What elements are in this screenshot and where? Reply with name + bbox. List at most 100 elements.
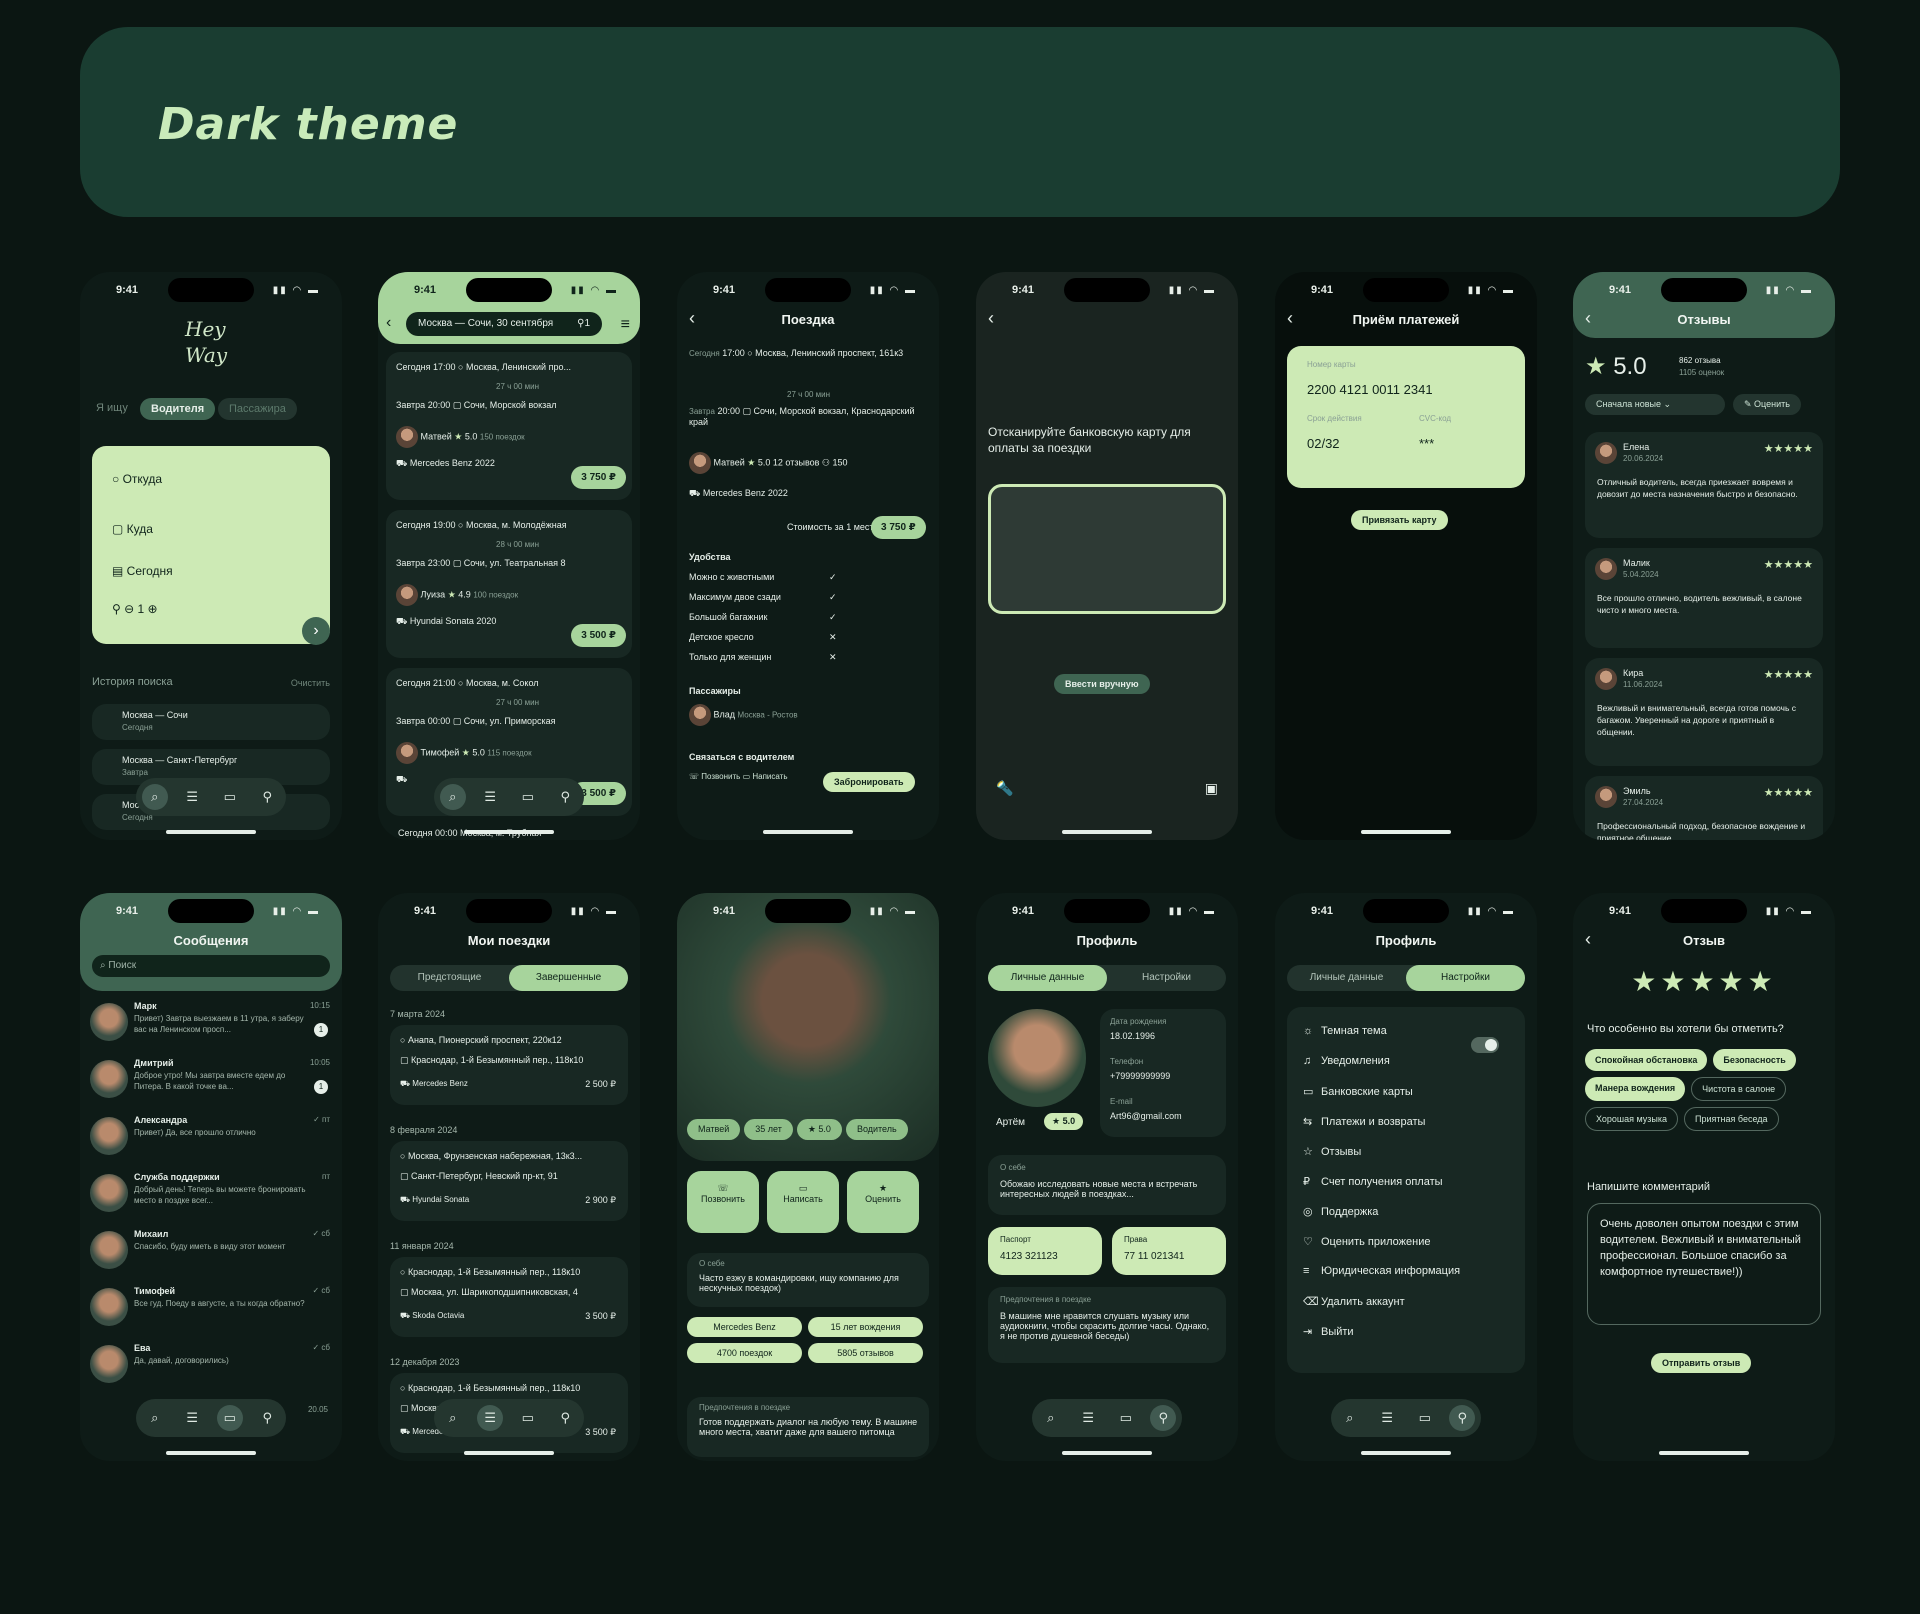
back-icon[interactable]: ‹ (988, 308, 994, 329)
settings-item[interactable]: ▭ Банковские карты (1303, 1085, 1413, 1098)
passenger-stepper[interactable]: ⚲ ⊖ 1 ⊕ (112, 602, 158, 616)
search-icon[interactable]: ⌕ (439, 784, 466, 810)
list-icon[interactable]: ☰ (477, 784, 503, 810)
profile-icon[interactable]: ⚲ (1150, 1405, 1177, 1431)
write-button[interactable]: ▭ Написать (767, 1171, 839, 1233)
chat-icon[interactable]: ▭ (216, 1405, 243, 1431)
feature-tag[interactable]: Чистота в салоне (1691, 1077, 1787, 1101)
tab-personal[interactable]: Личные данные (1287, 965, 1406, 991)
list-icon[interactable]: ☰ (179, 784, 205, 810)
chat-item[interactable]: Александра ✓ пт Привет) Да, все прошло о… (88, 1111, 334, 1161)
feature-tag[interactable]: Хорошая музыка (1585, 1107, 1679, 1131)
back-icon[interactable]: ‹ (386, 314, 391, 332)
search-input[interactable]: ⌕ Поиск (92, 955, 330, 977)
tab-completed[interactable]: Завершенные (509, 965, 628, 991)
list-icon[interactable]: ☰ (179, 1405, 205, 1431)
unread-badge: 1 (314, 1080, 328, 1094)
avatar (1595, 786, 1617, 808)
trip-card[interactable]: ○ Анапа, Пионерский проспект, 220к12 ▢ К… (390, 1025, 628, 1105)
to-field[interactable]: ▢ Куда (112, 522, 153, 536)
cvc-input[interactable]: *** (1419, 436, 1434, 451)
list-icon[interactable]: ☰ (477, 1405, 504, 1431)
chat-icon[interactable]: ▭ (515, 1405, 541, 1431)
screen-reviews: 9:41 ▮▮ ◠ ▬ ‹ Отзывы ★ 5.0 862 отзыва 110… (1573, 272, 1835, 840)
sort-select[interactable]: Сначала новые ⌄ (1585, 394, 1725, 415)
book-button[interactable]: Забронировать (823, 772, 915, 792)
settings-item[interactable]: ♡ Оценить приложение (1303, 1235, 1430, 1248)
avatar[interactable] (988, 1009, 1086, 1107)
chat-item[interactable]: Служба поддержки пт Добрый день! Теперь … (88, 1168, 334, 1218)
chat-item[interactable]: Марк 10:15 Привет) Завтра выезжаем в 11 … (88, 997, 334, 1047)
flashlight-icon[interactable]: 🔦 (996, 780, 1013, 797)
settings-item[interactable]: ♫ Уведомления (1303, 1055, 1390, 1067)
rating-stars[interactable]: ★★★★★ (1573, 965, 1835, 998)
chat-item[interactable]: Ева ✓ сб Да, давай, договорились) (88, 1339, 334, 1389)
chat-icon[interactable]: ▭ (1412, 1405, 1438, 1431)
call-button[interactable]: ☏ Позвонить (689, 772, 740, 781)
manual-entry-button[interactable]: Ввести вручную (1054, 674, 1150, 694)
rate-button[interactable]: ★ Оценить (847, 1171, 919, 1233)
chat-item[interactable]: Тимофей ✓ сб Все гуд. Поеду в августе, а… (88, 1282, 334, 1332)
amenity-row: Максимум двое сзади ✓ (689, 592, 837, 602)
clear-button[interactable]: Очистить (291, 678, 330, 688)
tab-settings[interactable]: Настройки (1107, 965, 1226, 991)
card-form: Номер карты 2200 4121 0011 2341 Срок дей… (1287, 346, 1525, 488)
feature-tag[interactable]: Приятная беседа (1684, 1107, 1779, 1131)
settings-item[interactable]: ⇥ Выйти (1303, 1325, 1354, 1338)
chat-item[interactable]: Дмитрий 10:05 Доброе утро! Мы завтра вме… (88, 1054, 334, 1104)
route-bar[interactable]: Москва — Сочи, 30 сентября ⚲1 (406, 312, 602, 336)
chat-icon[interactable]: ▭ (515, 784, 541, 810)
trip-card[interactable]: ○ Краснодар, 1-й Безымянный пер., 118к10… (390, 1257, 628, 1337)
tab-passenger[interactable]: Пассажира (218, 398, 297, 420)
profile-icon[interactable]: ⚲ (1449, 1405, 1476, 1431)
date-field[interactable]: ▤ Сегодня (112, 564, 173, 578)
profile-icon[interactable]: ⚲ (254, 784, 280, 810)
search-icon[interactable]: ⌕ (1038, 1405, 1064, 1431)
feature-tag[interactable]: Манера вождения (1585, 1077, 1686, 1101)
tab-personal[interactable]: Личные данные (988, 965, 1107, 991)
tab-upcoming[interactable]: Предстоящие (390, 965, 509, 991)
profile-icon[interactable]: ⚲ (552, 784, 578, 810)
profile-icon[interactable]: ⚲ (254, 1405, 280, 1431)
settings-item[interactable]: ☼ Темная тема (1303, 1025, 1387, 1037)
settings-item[interactable]: ⌫ Удалить аккаунт (1303, 1295, 1405, 1308)
list-icon[interactable]: ☰ (1374, 1405, 1400, 1431)
comment-textarea[interactable]: Очень доволен опытом поездки с этим води… (1587, 1203, 1821, 1325)
list-icon[interactable]: ☰ (1075, 1405, 1101, 1431)
send-review-button[interactable]: Отправить отзыв (1651, 1353, 1752, 1373)
feature-tag[interactable]: Спокойная обстановка (1585, 1049, 1708, 1071)
settings-item[interactable]: ◎ Поддержка (1303, 1205, 1378, 1218)
rate-button[interactable]: ✎ Оценить (1733, 394, 1801, 415)
settings-item[interactable]: ☆ Отзывы (1303, 1145, 1361, 1158)
gallery-icon[interactable]: ▣ (1205, 780, 1218, 797)
dark-theme-toggle[interactable] (1471, 1037, 1499, 1053)
go-button[interactable]: › (302, 617, 330, 645)
settings-item[interactable]: ≡ Юридическая информация (1303, 1265, 1460, 1277)
trip-card[interactable]: ○ Москва, Фрунзенская набережная, 13к3..… (390, 1141, 628, 1221)
expiry-input[interactable]: 02/32 (1307, 436, 1340, 451)
search-icon[interactable]: ⌕ (440, 1405, 466, 1431)
chat-item[interactable]: Михаил ✓ сб Спасибо, буду иметь в виду э… (88, 1225, 334, 1275)
tab-settings[interactable]: Настройки (1406, 965, 1525, 991)
trip-card[interactable]: Сегодня 19:00 ○ Москва, м. Молодёжная 28… (386, 510, 632, 658)
search-icon[interactable]: ⌕ (141, 784, 168, 810)
filter-icon[interactable]: ≡ (621, 316, 630, 334)
history-item[interactable]: Москва — Сочи Сегодня (92, 704, 330, 740)
call-button[interactable]: ☏ Позвонить (687, 1171, 759, 1233)
trip-card[interactable]: Сегодня 17:00 ○ Москва, Ленинский про...… (386, 352, 632, 500)
chat-icon[interactable]: ▭ (217, 784, 243, 810)
write-button[interactable]: ▭ Написать (743, 772, 788, 781)
avatar (1595, 558, 1617, 580)
search-icon[interactable]: ⌕ (1337, 1405, 1363, 1431)
tab-driver[interactable]: Водителя (140, 398, 216, 420)
from-field[interactable]: ○ Откуда (112, 472, 162, 486)
feature-tag[interactable]: Безопасность (1713, 1049, 1796, 1071)
search-icon[interactable]: ⌕ (142, 1405, 168, 1431)
bind-card-button[interactable]: Привязать карту (1351, 510, 1448, 530)
profile-icon[interactable]: ⚲ (552, 1405, 578, 1431)
settings-item[interactable]: ⇆ Платежи и возвраты (1303, 1115, 1425, 1128)
status-icons: ▮▮ ◠ ▬ (272, 285, 320, 296)
settings-item[interactable]: ₽ Счет получения оплаты (1303, 1175, 1443, 1188)
card-number-input[interactable]: 2200 4121 0011 2341 (1307, 382, 1433, 397)
chat-icon[interactable]: ▭ (1113, 1405, 1139, 1431)
